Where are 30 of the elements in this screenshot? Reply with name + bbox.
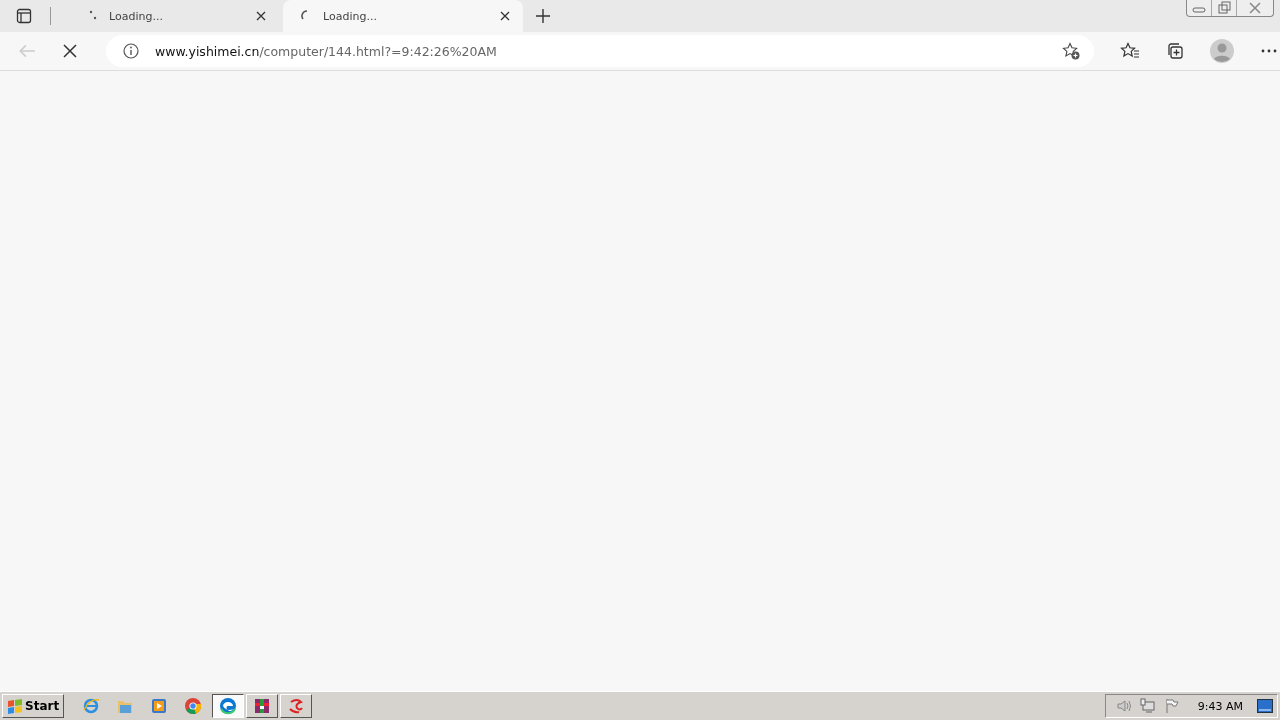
info-icon[interactable] (123, 43, 139, 59)
url-host: www.yishimei.cn (155, 43, 260, 59)
browser-tab[interactable]: Loading... (283, 0, 523, 32)
browser-tab[interactable]: Loading... (69, 0, 279, 32)
network-icon[interactable] (1139, 698, 1156, 714)
tab-actions-icon[interactable] (16, 8, 32, 24)
clock[interactable]: 9:43 AM (1197, 699, 1243, 713)
favorites-icon[interactable] (1120, 42, 1140, 60)
address-field[interactable]: www.yishimei.cn/computer/144.html?=9:42:26%20AM (106, 35, 1094, 67)
chrome-icon[interactable] (184, 697, 203, 715)
start-logo-icon (7, 698, 23, 714)
flag-icon[interactable] (1163, 698, 1180, 714)
tab-title: Loading... (323, 9, 377, 23)
edge-icon (219, 697, 238, 715)
stop-icon[interactable] (62, 43, 78, 59)
url-path: /computer/144.html?=9:42:26%20AM (259, 43, 497, 59)
add-favorite-icon[interactable] (1062, 42, 1080, 60)
more-menu-icon[interactable] (1260, 49, 1278, 53)
start-button[interactable]: Start (2, 694, 65, 718)
loading-spinner-icon (87, 10, 99, 22)
tab-title: Loading... (109, 9, 163, 23)
collections-icon[interactable] (1166, 42, 1184, 60)
archive-icon (253, 697, 272, 715)
media-player-icon[interactable] (150, 697, 169, 715)
close-tab-icon[interactable] (256, 11, 266, 21)
profile-avatar-icon[interactable] (1210, 39, 1234, 63)
close-tab-icon[interactable] (500, 11, 510, 21)
taskbar-button[interactable] (212, 694, 245, 718)
new-tab-icon[interactable] (535, 8, 551, 24)
show-desktop-icon[interactable] (1257, 699, 1273, 713)
